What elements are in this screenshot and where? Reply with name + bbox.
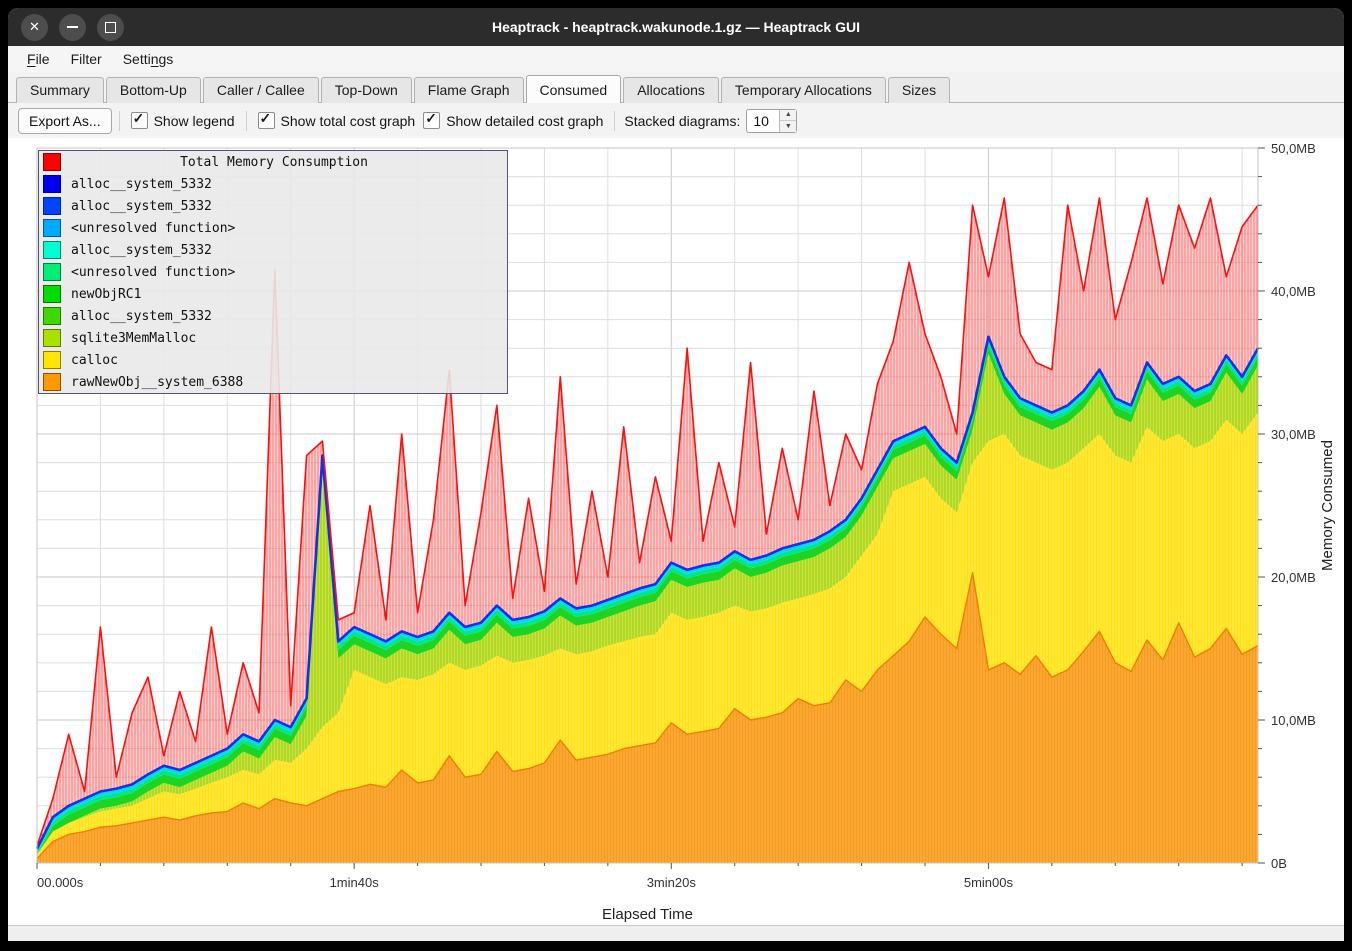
legend-row: rawNewObj__system_6388: [39, 371, 507, 393]
checkbox-checked-icon: ✓: [131, 112, 148, 129]
stepper-up-icon[interactable]: ▲: [780, 110, 796, 122]
stepper-down-icon[interactable]: ▼: [780, 121, 796, 132]
svg-text:40,0MB: 40,0MB: [1271, 284, 1316, 299]
svg-text:20,0MB: 20,0MB: [1271, 570, 1316, 585]
legend-row: <unresolved function>: [39, 217, 507, 239]
toolbar-separator: [614, 111, 615, 131]
legend-swatch: [43, 285, 61, 303]
x-axis-label: Elapsed Time: [602, 906, 693, 923]
svg-text:5min00s: 5min00s: [964, 875, 1014, 890]
tab-consumed[interactable]: Consumed: [526, 75, 622, 103]
svg-text:0B: 0B: [1271, 856, 1287, 871]
svg-text:00.000s: 00.000s: [37, 875, 84, 890]
window-title: Heaptrack - heaptrack.wakunode.1.gz — He…: [8, 19, 1344, 35]
checkbox-checked-icon: ✓: [258, 112, 275, 129]
tab-top-down[interactable]: Top-Down: [321, 77, 412, 103]
legend-row: <unresolved function>: [39, 261, 507, 283]
svg-text:50,0MB: 50,0MB: [1271, 141, 1316, 156]
legend-label: calloc: [71, 353, 118, 368]
legend-label: <unresolved function>: [71, 221, 235, 236]
legend-title: Total Memory Consumption: [71, 155, 477, 170]
show-detailed-cost-label: Show detailed cost graph: [446, 113, 603, 129]
legend-label: alloc__system_5332: [71, 243, 212, 258]
tab-allocations[interactable]: Allocations: [623, 77, 719, 103]
legend-label: <unresolved function>: [71, 265, 235, 280]
consumed-chart-area: Total Memory Consumption alloc__system_53…: [8, 138, 1344, 925]
heaptrack-window: ✕ Heaptrack - heaptrack.wakunode.1.gz — …: [8, 8, 1344, 941]
toolbar-separator: [119, 111, 120, 131]
menu-filter[interactable]: Filter: [62, 49, 111, 69]
legend-swatch: [43, 241, 61, 259]
legend-swatch: [43, 307, 61, 325]
legend-row: alloc__system_5332: [39, 239, 507, 261]
tab-temporary-allocations[interactable]: Temporary Allocations: [721, 77, 886, 103]
legend-swatch: [43, 373, 61, 391]
legend-swatch: [43, 175, 61, 193]
svg-text:1min40s: 1min40s: [330, 875, 380, 890]
legend-swatch: [43, 329, 61, 347]
show-legend-label: Show legend: [154, 113, 235, 129]
toolbar-separator: [246, 111, 247, 131]
legend-label: sqlite3MemMalloc: [71, 331, 196, 346]
stacked-diagrams-value[interactable]: 10: [747, 110, 779, 132]
svg-text:10,0MB: 10,0MB: [1271, 713, 1316, 728]
show-total-cost-checkbox[interactable]: ✓ Show total cost graph: [254, 112, 420, 129]
tab-bar: Summary Bottom-Up Caller / Callee Top-Do…: [8, 72, 1344, 103]
legend-label: alloc__system_5332: [71, 199, 212, 214]
legend-row: newObjRC1: [39, 283, 507, 305]
status-bar: [8, 925, 1344, 941]
stepper-arrows: ▲ ▼: [779, 110, 796, 132]
tab-sizes[interactable]: Sizes: [888, 77, 950, 103]
legend-swatch: [43, 153, 61, 171]
show-legend-checkbox[interactable]: ✓ Show legend: [127, 112, 239, 129]
legend-swatch: [43, 263, 61, 281]
legend-row: calloc: [39, 349, 507, 371]
y-axis-label: Memory Consumed: [1319, 440, 1336, 571]
checkbox-checked-icon: ✓: [423, 112, 440, 129]
legend-label: alloc__system_5332: [71, 177, 212, 192]
legend-row: sqlite3MemMalloc: [39, 327, 507, 349]
tab-caller-callee[interactable]: Caller / Callee: [203, 77, 319, 103]
legend-row-total: Total Memory Consumption: [39, 151, 507, 173]
export-as-button[interactable]: Export As...: [18, 108, 112, 134]
toolbar: Export As... ✓ Show legend ✓ Show total …: [8, 103, 1344, 138]
stacked-diagrams-stepper[interactable]: 10 ▲ ▼: [746, 109, 797, 133]
svg-text:3min20s: 3min20s: [647, 875, 697, 890]
title-bar: ✕ Heaptrack - heaptrack.wakunode.1.gz — …: [8, 8, 1344, 46]
legend-row: alloc__system_5332: [39, 305, 507, 327]
legend-label: alloc__system_5332: [71, 309, 212, 324]
legend-label: rawNewObj__system_6388: [71, 375, 243, 390]
legend-swatch: [43, 197, 61, 215]
legend-row: alloc__system_5332: [39, 173, 507, 195]
menu-file[interactable]: File: [18, 49, 59, 69]
tab-bottom-up[interactable]: Bottom-Up: [106, 77, 201, 103]
chart-legend: Total Memory Consumption alloc__system_53…: [38, 150, 508, 394]
tab-flame-graph[interactable]: Flame Graph: [414, 77, 524, 103]
stacked-diagrams-label: Stacked diagrams:: [624, 113, 740, 129]
menu-bar: File Filter Settings: [8, 46, 1344, 72]
legend-label: newObjRC1: [71, 287, 141, 302]
tab-summary[interactable]: Summary: [16, 77, 104, 103]
legend-swatch: [43, 219, 61, 237]
show-detailed-cost-checkbox[interactable]: ✓ Show detailed cost graph: [419, 112, 607, 129]
legend-row: alloc__system_5332: [39, 195, 507, 217]
legend-swatch: [43, 351, 61, 369]
show-total-cost-label: Show total cost graph: [281, 113, 416, 129]
menu-settings[interactable]: Settings: [114, 49, 183, 69]
svg-text:30,0MB: 30,0MB: [1271, 427, 1316, 442]
